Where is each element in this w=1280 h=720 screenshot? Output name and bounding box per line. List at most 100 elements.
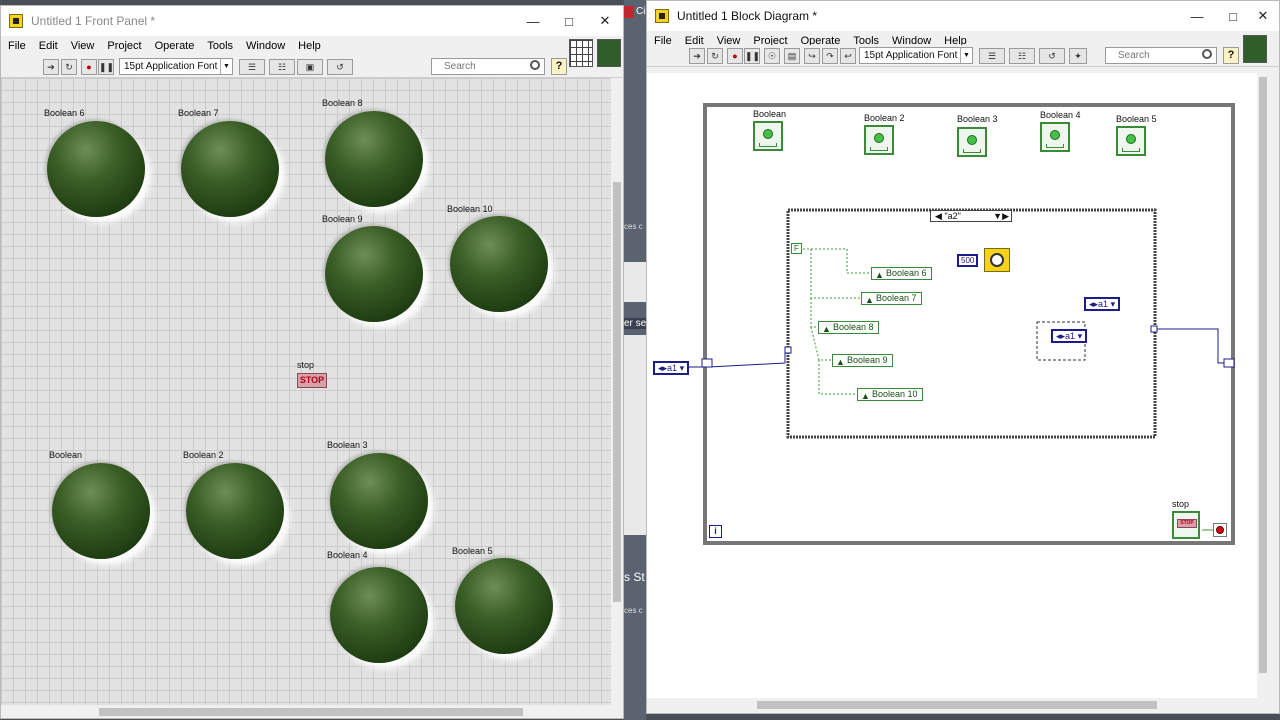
vertical-scrollbar[interactable] (611, 78, 623, 706)
run-arrow-icon[interactable]: ➔ (689, 48, 705, 64)
close-icon[interactable]: ✕ (587, 6, 623, 36)
step-into-icon[interactable]: ↪ (804, 48, 820, 64)
search-input[interactable]: Search (431, 58, 545, 75)
boolean-led[interactable] (46, 457, 158, 567)
minimize-icon[interactable]: — (515, 6, 551, 36)
background-text: s St (624, 570, 645, 584)
background-text: er se (624, 318, 647, 329)
boolean-led[interactable] (180, 457, 292, 567)
stop-button[interactable]: STOP (297, 373, 327, 388)
local-variable[interactable]: ▲ Boolean 9 (832, 354, 893, 367)
scroll-thumb[interactable] (757, 701, 1157, 709)
numeric-constant[interactable]: 500 (957, 254, 979, 267)
resize-icon[interactable]: ▣ (297, 59, 323, 75)
boolean-led[interactable] (175, 115, 287, 225)
boolean-terminal[interactable] (1116, 126, 1146, 156)
boolean-terminal[interactable] (753, 121, 783, 151)
boolean-led[interactable] (319, 220, 431, 330)
chevron-down-icon: ▼ (220, 59, 232, 74)
menu-file[interactable]: File (8, 40, 26, 52)
boolean-led[interactable] (41, 115, 153, 225)
highlight-execution-icon[interactable]: ☉ (764, 48, 780, 64)
block-diagram-canvas[interactable]: Boolean Boolean 2 Boolean 3 Boolean 4 Bo… (647, 73, 1265, 699)
boolean-led[interactable] (444, 210, 556, 320)
scroll-thumb[interactable] (1259, 77, 1267, 673)
case-selector-value: "a2" (944, 211, 961, 221)
align-icon[interactable]: ☰ (239, 59, 265, 75)
step-out-icon[interactable]: ↩ (840, 48, 856, 64)
block-diagram-titlebar[interactable]: Untitled 1 Block Diagram * — □ ✕ (647, 1, 1279, 31)
maximize-icon[interactable]: □ (551, 6, 587, 36)
horizontal-scrollbar[interactable] (1, 705, 611, 718)
boolean-led[interactable] (324, 447, 436, 557)
align-icon[interactable]: ☰ (979, 48, 1005, 64)
distribute-icon[interactable]: ☷ (1009, 48, 1035, 64)
scroll-thumb[interactable] (613, 182, 621, 602)
abort-icon[interactable]: ● (727, 48, 743, 64)
vi-icon[interactable] (1243, 35, 1267, 63)
local-variable[interactable]: ▲ Boolean 8 (818, 321, 879, 334)
local-variable[interactable]: ▲ Boolean 6 (871, 267, 932, 280)
abort-icon[interactable]: ● (81, 59, 97, 75)
led-dot (967, 135, 977, 145)
house-icon: ▲ (822, 324, 831, 334)
chevron-down-icon: ▾ (679, 363, 685, 373)
enum-constant[interactable]: ◂▸a1 ▾ (653, 361, 690, 375)
boolean-terminal[interactable] (1040, 122, 1070, 152)
font-selector[interactable]: 15pt Application Font ▼ (119, 58, 233, 75)
iteration-terminal: i (709, 525, 722, 538)
menu-operate[interactable]: Operate (155, 40, 195, 52)
pause-icon[interactable]: ❚❚ (744, 48, 760, 64)
stop-terminal[interactable]: STOP (1172, 511, 1200, 539)
local-variable[interactable]: ▲ Boolean 7 (861, 292, 922, 305)
menu-view[interactable]: View (71, 40, 95, 52)
menu-window[interactable]: Window (246, 40, 285, 52)
menu-project[interactable]: Project (107, 40, 141, 52)
search-input[interactable]: Search (1105, 47, 1217, 64)
vi-icon[interactable] (597, 39, 621, 67)
local-variable[interactable]: ▲ Boolean 10 (857, 388, 923, 401)
retain-wire-values-icon[interactable]: ▤ (784, 48, 800, 64)
local-variable-label: Boolean 9 (847, 355, 888, 365)
distribute-icon[interactable]: ☷ (269, 59, 295, 75)
run-continuous-icon[interactable]: ↻ (61, 59, 77, 75)
pause-icon[interactable]: ❚❚ (98, 59, 114, 75)
menu-edit[interactable]: Edit (39, 40, 58, 52)
case-selector[interactable]: ◀ "a2" ▼▶ (930, 210, 1012, 222)
connector-pane-icon[interactable] (569, 39, 593, 67)
enum-constant[interactable]: ◂▸a1 ▾ (1084, 297, 1121, 311)
false-constant[interactable]: F (791, 243, 802, 254)
minimize-icon[interactable]: — (1179, 1, 1215, 31)
case-arrow-left-icon[interactable]: ◀ (935, 211, 942, 221)
help-icon[interactable]: ? (1223, 47, 1239, 64)
menu-tools[interactable]: Tools (207, 40, 233, 52)
boolean-led[interactable] (319, 105, 431, 215)
wait-function[interactable] (984, 248, 1010, 272)
vertical-scrollbar[interactable] (1257, 73, 1269, 701)
local-variable-label: Boolean 10 (872, 389, 918, 399)
cleanup-icon[interactable]: ✦ (1069, 48, 1087, 64)
reorder-icon[interactable]: ↺ (1039, 48, 1065, 64)
stop-if-true-icon (1216, 526, 1224, 534)
run-arrow-icon[interactable]: ➔ (43, 59, 59, 75)
scroll-thumb[interactable] (99, 708, 523, 716)
boolean-led[interactable] (449, 552, 561, 662)
case-arrow-right-icon[interactable]: ▼▶ (993, 211, 1009, 221)
boolean-led[interactable] (324, 561, 436, 671)
enum-constant[interactable]: ◂▸a1 ▾ (1051, 329, 1088, 343)
menu-help[interactable]: Help (298, 40, 321, 52)
step-over-icon[interactable]: ↷ (822, 48, 838, 64)
boolean-terminal[interactable] (864, 125, 894, 155)
led-label: Boolean (49, 450, 83, 460)
front-panel-canvas[interactable]: Boolean 6 Boolean 7 Boolean 8 Boolean 9 … (1, 78, 611, 706)
boolean-terminal[interactable] (957, 127, 987, 157)
horizontal-scrollbar[interactable] (647, 698, 1257, 712)
front-panel-titlebar[interactable]: Untitled 1 Front Panel * — □ ✕ (1, 6, 623, 36)
run-continuous-icon[interactable]: ↻ (707, 48, 723, 64)
close-icon[interactable]: ✕ (1245, 1, 1279, 31)
loop-condition[interactable] (1213, 523, 1227, 537)
reorder-icon[interactable]: ↺ (327, 59, 353, 75)
help-icon[interactable]: ? (551, 58, 567, 75)
search-icon (1202, 49, 1212, 59)
font-selector[interactable]: 15pt Application Font ▼ (859, 47, 973, 64)
